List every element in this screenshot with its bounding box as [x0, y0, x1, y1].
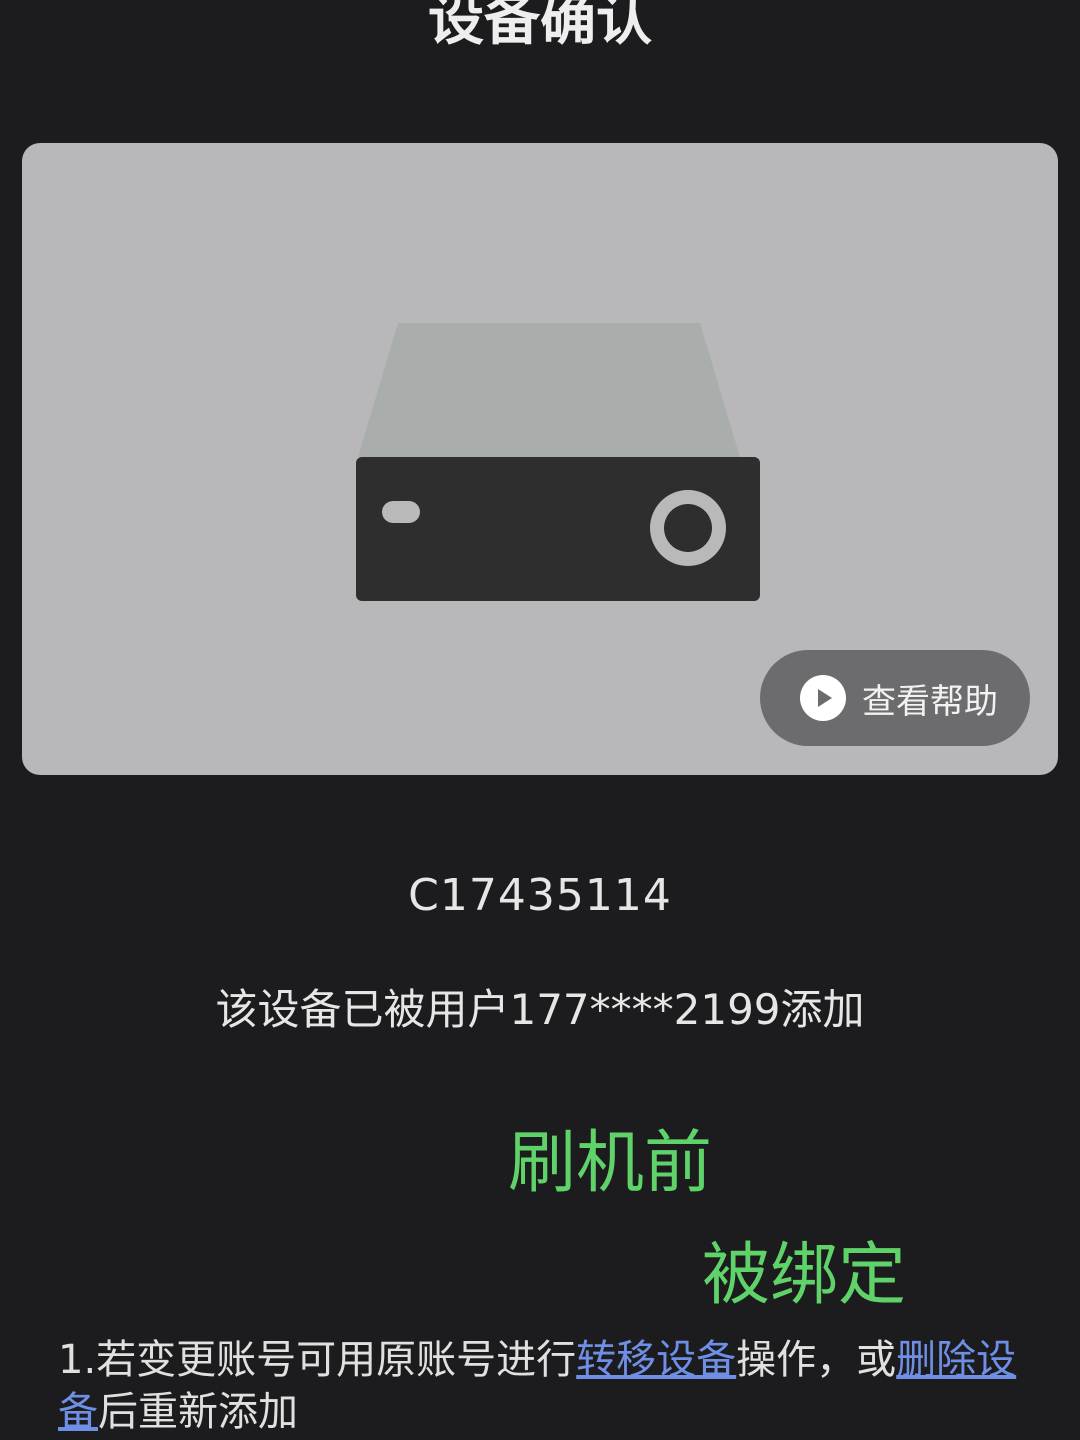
- bound-message: 该设备已被用户177****2199添加: [215, 985, 865, 1034]
- play-icon: [800, 675, 846, 721]
- tip-text: 1.若变更账号可用原账号进行转移设备操作，或删除设备后重新添加: [58, 1334, 1028, 1438]
- page-title: 设备确认: [428, 0, 652, 53]
- view-help-label: 查看帮助: [862, 681, 998, 722]
- device-id: C17435114: [408, 870, 672, 921]
- tip-middle: 操作，或: [736, 1337, 897, 1383]
- overlay-bound-text: 被绑定: [702, 1236, 907, 1315]
- overlay-before-flash-text: 刷机前: [508, 1124, 713, 1203]
- view-help-button[interactable]: 查看帮助: [760, 650, 1030, 746]
- transfer-device-link[interactable]: 转移设备: [576, 1337, 736, 1383]
- tip-suffix: 后重新添加: [98, 1389, 298, 1435]
- device-box-icon: [356, 323, 760, 601]
- tip-prefix: 1.若变更账号可用原账号进行: [58, 1337, 577, 1383]
- device-card: 查看帮助: [22, 143, 1058, 775]
